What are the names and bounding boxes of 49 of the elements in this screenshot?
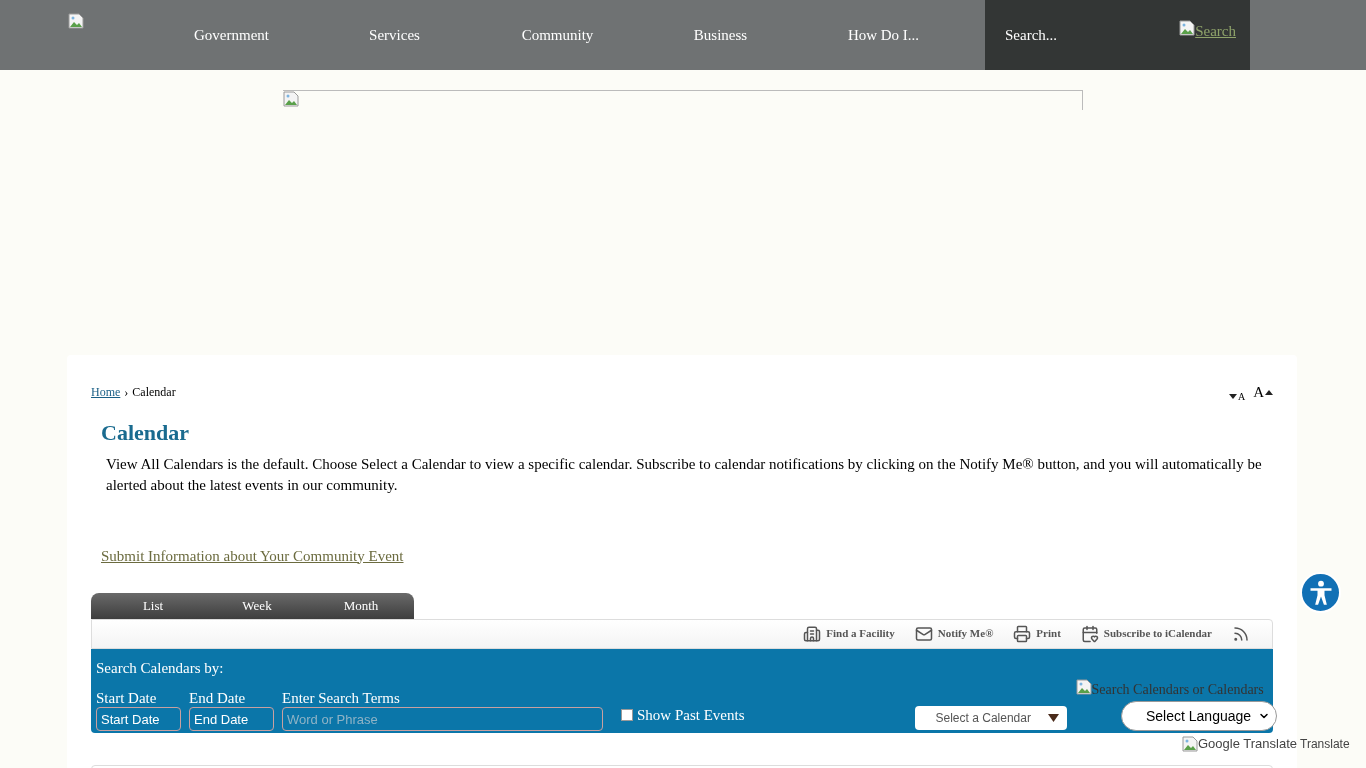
search-field[interactable]: Search... (1005, 23, 1145, 47)
rss-icon (1232, 624, 1250, 643)
nav-link[interactable]: Community (476, 23, 639, 47)
nav-link[interactable]: Government (150, 23, 313, 47)
accessibility-button[interactable] (1300, 572, 1341, 613)
view-tab[interactable]: Week (205, 595, 309, 616)
toolbar-link[interactable]: Subscribe to iCalendar (1080, 624, 1212, 643)
search-image-alt-text: Search Calendars or Calendars (1091, 681, 1264, 699)
broken-image-icon (1075, 679, 1092, 695)
breadcrumb-current: Calendar (132, 384, 176, 402)
translate-label: Translate (1300, 735, 1350, 753)
broken-image-icon (283, 91, 299, 107)
intro-paragraph: View All Calendars is the default. Choose Select a Calendar to view a specific calendar. Subscribe to calendar notifications by clicking on the Notify Me® button, and you will automatically be alerted about the latest events in our community. (106, 454, 1263, 495)
mail-icon (914, 624, 933, 643)
nav-link[interactable]: Business (639, 23, 802, 47)
calendar-select[interactable]: Select a Calendar (914, 706, 1067, 730)
down-triangle-icon (1228, 393, 1237, 399)
toolbar-link[interactable]: Print (1013, 624, 1061, 643)
field-label: End Date (189, 690, 247, 706)
start-date-field[interactable]: Start Date (96, 707, 181, 731)
increase-text-button[interactable]: A (1253, 381, 1273, 404)
calendar-icon (1080, 624, 1099, 643)
page-title: Calendar (101, 418, 190, 447)
submit-event-link[interactable]: Submit Information about Your Community Event (101, 544, 404, 567)
caret-icon (1047, 714, 1059, 722)
building-icon (803, 624, 822, 643)
toolbar-link[interactable] (1232, 624, 1250, 643)
field-label: Enter Search Terms (282, 690, 401, 706)
view-tab[interactable]: List (101, 595, 205, 616)
search-panel-heading: Search Calendars by: (96, 658, 225, 678)
toolbar-link[interactable]: Find a Facility (803, 624, 895, 643)
search-terms-field[interactable]: Word or Phrase (282, 707, 603, 731)
toolbar-link[interactable]: Notify Me® (914, 624, 994, 643)
nav-link[interactable]: Services (313, 23, 476, 47)
translate-image-alt-text: Google Translate (1198, 735, 1297, 753)
search-button[interactable]: Search (1179, 20, 1236, 43)
language-select[interactable]: Select Language (1121, 701, 1277, 731)
past-events-checkbox[interactable] (621, 708, 633, 721)
broken-image-icon (1182, 735, 1198, 752)
field-label: Start Date (96, 690, 158, 706)
nav-link[interactable]: How Do I... (802, 23, 965, 47)
up-triangle-icon (1265, 389, 1273, 395)
checkbox-label: Show Past Events (637, 705, 745, 725)
printer-icon (1013, 624, 1032, 643)
breadcrumb-link[interactable]: Home (91, 383, 121, 402)
decrease-text-button[interactable]: A (1228, 388, 1246, 404)
view-tab[interactable]: Month (309, 595, 413, 616)
breadcrumb-separator: › (124, 384, 129, 402)
end-date-field[interactable]: End Date (189, 707, 274, 731)
